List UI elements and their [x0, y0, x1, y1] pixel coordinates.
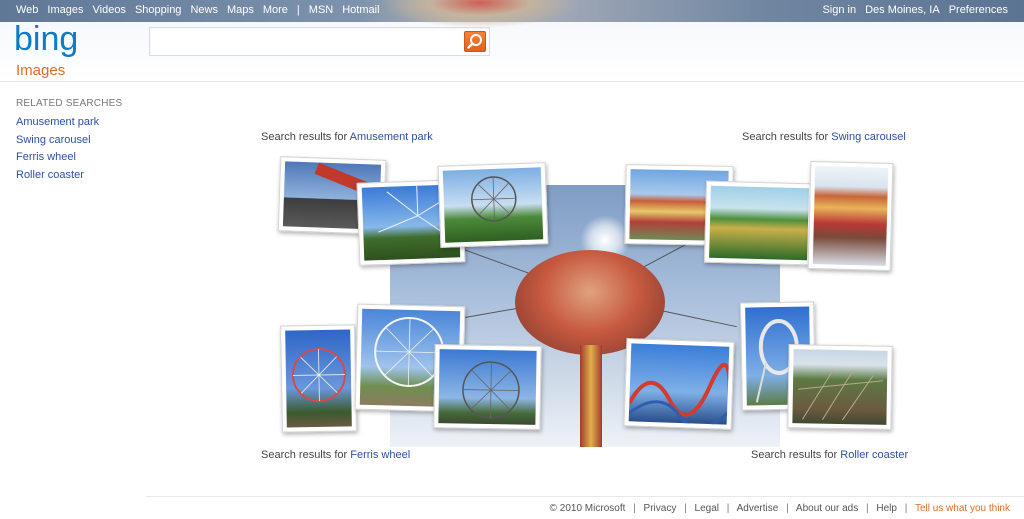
search-box	[149, 27, 490, 56]
caption-link-swing-carousel[interactable]: Swing carousel	[831, 131, 906, 143]
footer-separator: |	[684, 503, 687, 514]
thumb-roller-coaster-1[interactable]	[623, 338, 735, 430]
nav-right: Sign in Des Moines, IA Preferences	[813, 4, 1008, 16]
search-input[interactable]	[154, 32, 459, 52]
caption-prefix: Search results for	[751, 449, 838, 461]
thumb-swing-carousel-3[interactable]	[807, 160, 894, 272]
footer-separator: |	[726, 503, 730, 514]
vertical-title: Images	[16, 62, 66, 79]
nav-maps[interactable]: Maps	[227, 4, 254, 16]
footer-separator: |	[865, 503, 869, 514]
footer-separator: |	[904, 503, 908, 514]
nav-hotmail[interactable]: Hotmail	[342, 4, 379, 16]
sign-in-link[interactable]: Sign in	[822, 4, 856, 16]
carousel-pole	[580, 345, 602, 447]
footer-legal-link[interactable]: Legal	[695, 503, 719, 514]
thumb-roller-coaster-3[interactable]	[787, 344, 893, 430]
search-button[interactable]	[464, 31, 486, 52]
caption-bottom-left: Search results for Ferris wheel	[261, 449, 410, 461]
footer-feedback-link[interactable]: Tell us what you think	[915, 503, 1010, 514]
caption-prefix: Search results for	[261, 131, 348, 143]
caption-bottom-right: Search results for Roller coaster	[751, 449, 908, 461]
caption-link-ferris-wheel[interactable]: Ferris wheel	[350, 449, 410, 461]
footer-about-ads-link[interactable]: About our ads	[796, 503, 858, 514]
nav-shopping[interactable]: Shopping	[135, 4, 182, 16]
location-link[interactable]: Des Moines, IA	[865, 4, 940, 16]
bing-logo[interactable]: bing	[14, 20, 110, 62]
thumb-ferris-wheel-1[interactable]	[280, 324, 357, 433]
thumb-swing-carousel-2[interactable]	[703, 180, 815, 266]
related-item-amusement-park[interactable]: Amusement park	[16, 114, 99, 132]
caption-prefix: Search results for	[742, 131, 829, 143]
nav-news[interactable]: News	[190, 4, 218, 16]
footer: © 2010 Microsoft | Privacy | Legal | Adv…	[550, 503, 1010, 514]
footer-separator: |	[786, 503, 789, 514]
svg-text:bing: bing	[14, 20, 78, 58]
caption-prefix: Search results for	[261, 449, 348, 461]
nav-videos[interactable]: Videos	[93, 4, 126, 16]
footer-privacy-link[interactable]: Privacy	[644, 503, 677, 514]
search-icon	[467, 34, 482, 49]
thumb-amusement-park-3[interactable]	[437, 162, 549, 248]
nav-msn[interactable]: MSN	[309, 4, 333, 16]
related-searches-title: RELATED SEARCHES	[16, 98, 123, 109]
header-banner-image	[380, 0, 580, 28]
nav-images[interactable]: Images	[47, 4, 83, 16]
copyright: © 2010 Microsoft	[549, 503, 626, 514]
nav-web[interactable]: Web	[16, 4, 38, 16]
nav-separator: |	[296, 4, 300, 16]
caption-link-amusement-park[interactable]: Amusement park	[350, 131, 433, 143]
footer-advertise-link[interactable]: Advertise	[737, 503, 779, 514]
caption-top-right: Search results for Swing carousel	[742, 131, 906, 143]
thumb-ferris-wheel-3[interactable]	[433, 344, 542, 430]
related-item-roller-coaster[interactable]: Roller coaster	[16, 167, 99, 185]
caption-link-roller-coaster[interactable]: Roller coaster	[840, 449, 908, 461]
nav-more[interactable]: More	[263, 4, 288, 16]
caption-top-left: Search results for Amusement park	[261, 131, 433, 143]
nav-left: Web Images Videos Shopping News Maps Mor…	[16, 4, 389, 16]
related-searches-list: Amusement park Swing carousel Ferris whe…	[16, 114, 99, 184]
preferences-link[interactable]: Preferences	[949, 4, 1008, 16]
related-item-swing-carousel[interactable]: Swing carousel	[16, 132, 99, 150]
footer-help-link[interactable]: Help	[876, 503, 897, 514]
related-item-ferris-wheel[interactable]: Ferris wheel	[16, 149, 99, 167]
footer-separator: |	[633, 503, 636, 514]
bing-images-page: Web Images Videos Shopping News Maps Mor…	[0, 0, 1024, 519]
footer-divider	[146, 496, 1024, 497]
